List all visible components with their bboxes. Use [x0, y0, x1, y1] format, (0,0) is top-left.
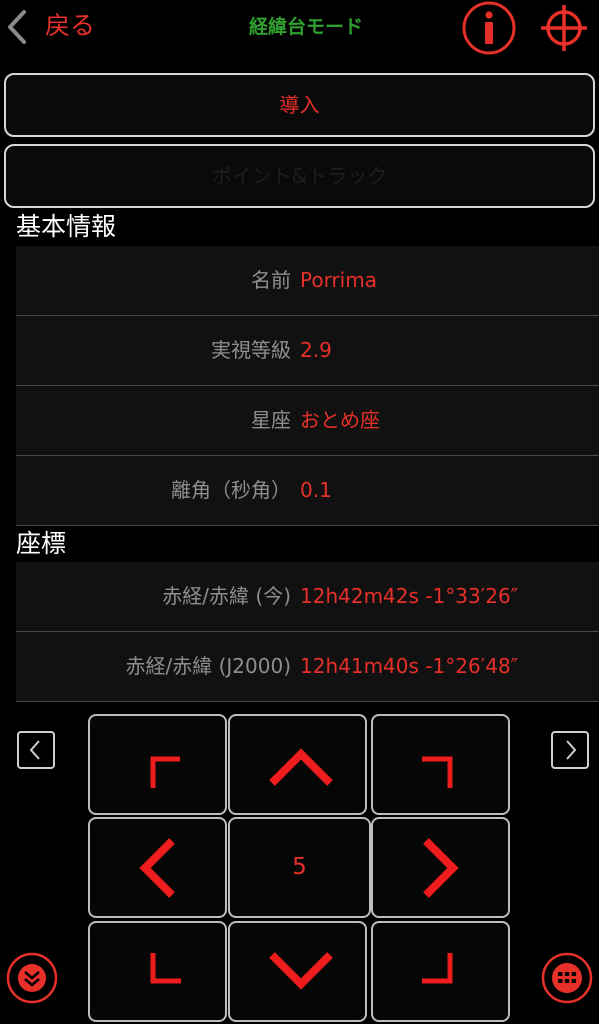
info-row-magnitude: 実視等級 2.9 [16, 316, 599, 386]
move-up-left-button[interactable] [88, 714, 227, 815]
row-value: 0.1 [300, 478, 332, 502]
crosshair-icon[interactable] [540, 4, 588, 52]
double-chevron-down-icon[interactable] [6, 952, 58, 1004]
chevron-left-icon [29, 740, 40, 760]
info-row-radec-now: 赤経/赤緯 (今) 12h42m42s -1°33′26″ [16, 562, 599, 632]
arrow-up-icon [269, 748, 333, 786]
speed-display[interactable]: 5 [228, 817, 371, 918]
grid-menu-icon[interactable] [541, 952, 593, 1004]
section-basic-info: 基本情報 [16, 212, 117, 241]
row-value: 2.9 [300, 338, 332, 362]
row-label: 赤経/赤緯 (J2000) [125, 654, 292, 678]
row-label: 星座 [251, 408, 291, 432]
corner-up-left-icon [150, 756, 180, 788]
move-down-button[interactable] [228, 921, 367, 1022]
move-down-left-button[interactable] [88, 921, 227, 1022]
next-button[interactable] [551, 731, 589, 769]
info-row-separation: 離角（秒角） 0.1 [16, 456, 599, 526]
row-label: 名前 [251, 268, 291, 292]
goto-button[interactable]: 導入 [4, 73, 595, 137]
move-down-right-button[interactable] [371, 921, 510, 1022]
row-label: 離角（秒角） [171, 478, 291, 502]
row-value: おとめ座 [300, 408, 380, 432]
info-row-constellation: 星座 おとめ座 [16, 386, 599, 456]
corner-down-left-icon [150, 953, 181, 984]
move-right-button[interactable] [371, 817, 510, 918]
arrow-down-icon [269, 952, 333, 990]
move-up-button[interactable] [228, 714, 367, 815]
row-value: 12h41m40s -1°26′48″ [300, 654, 519, 678]
row-label: 赤経/赤緯 (今) [162, 584, 291, 608]
info-icon[interactable] [460, 0, 518, 56]
point-track-button[interactable]: ポイント&トラック [4, 144, 595, 208]
info-row-radec-j2000: 赤経/赤緯 (J2000) 12h41m40s -1°26′48″ [16, 632, 599, 702]
arrow-left-icon [139, 838, 175, 898]
corner-up-right-icon [422, 756, 453, 788]
row-value: Porrima [300, 268, 377, 292]
arrow-right-icon [423, 838, 459, 898]
info-row-name: 名前 Porrima [16, 246, 599, 316]
row-label: 実視等級 [211, 338, 291, 362]
previous-button[interactable] [17, 731, 55, 769]
chevron-right-icon [566, 740, 577, 760]
section-coordinates: 座標 [16, 529, 67, 558]
move-up-right-button[interactable] [371, 714, 510, 815]
corner-down-right-icon [422, 953, 453, 984]
move-left-button[interactable] [88, 817, 227, 918]
row-value: 12h42m42s -1°33′26″ [300, 584, 519, 608]
